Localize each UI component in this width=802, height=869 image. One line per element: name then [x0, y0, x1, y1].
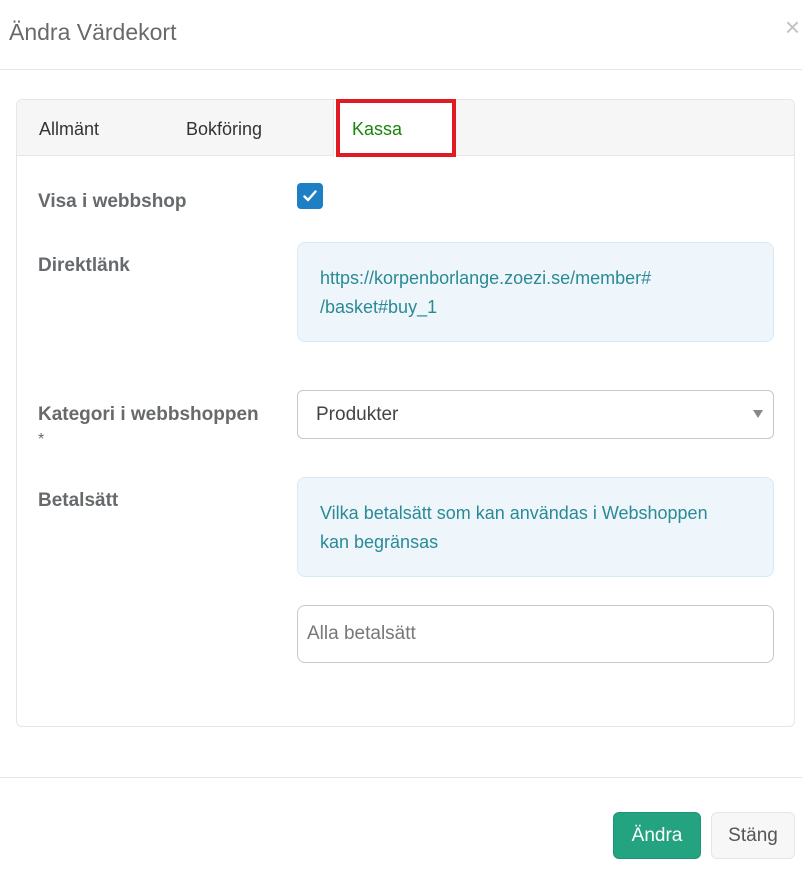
betalsatt-label: Betalsätt — [38, 490, 119, 511]
tab-panel: Allmänt Bokföring Kassa Visa i webbshop … — [16, 99, 795, 727]
direktlank-url-line1[interactable]: https://korpenborlange.zoezi.se/member# — [320, 264, 751, 293]
visa-webbshop-checkbox[interactable] — [297, 183, 323, 209]
direktlank-box: https://korpenborlange.zoezi.se/member# … — [297, 242, 774, 342]
betalsatt-info-line1: Vilka betalsätt som kan användas i Websh… — [320, 503, 708, 523]
tab-bar: Allmänt Bokföring Kassa — [17, 100, 794, 157]
tab-bokforing[interactable]: Bokföring — [186, 100, 262, 156]
andra-button[interactable]: Ändra — [613, 812, 701, 859]
modal-footer: Ändra Stäng — [0, 777, 802, 869]
modal-title: Ändra Värdekort — [9, 19, 177, 45]
tab-allmant[interactable]: Allmänt — [39, 100, 99, 156]
caret-down-icon — [753, 410, 763, 418]
kategori-selected-value: Produkter — [316, 404, 399, 425]
betalsatt-input[interactable] — [297, 605, 774, 663]
tab-kassa[interactable]: Kassa — [333, 100, 453, 157]
betalsatt-info-line2: kan begränsas — [320, 532, 439, 552]
modal-header: Ändra Värdekort × — [0, 0, 802, 70]
checkmark-icon — [303, 190, 317, 202]
tab-kassa-label: Kassa — [352, 119, 403, 139]
stang-button[interactable]: Stäng — [711, 812, 795, 859]
close-icon[interactable]: × — [785, 14, 800, 40]
kategori-label: Kategori i webbshoppen — [38, 404, 259, 425]
visa-webbshop-label: Visa i webbshop — [38, 191, 187, 212]
betalsatt-info-box: Vilka betalsätt som kan användas i Websh… — [297, 477, 774, 577]
direktlank-url-line2[interactable]: /basket#buy_1 — [320, 293, 751, 322]
kategori-select[interactable]: Produkter — [297, 390, 774, 439]
required-mark: * — [38, 431, 45, 448]
edit-value-card-modal: Ändra Värdekort × Allmänt Bokföring Kass… — [0, 0, 802, 869]
direktlank-label: Direktlänk — [38, 255, 130, 276]
